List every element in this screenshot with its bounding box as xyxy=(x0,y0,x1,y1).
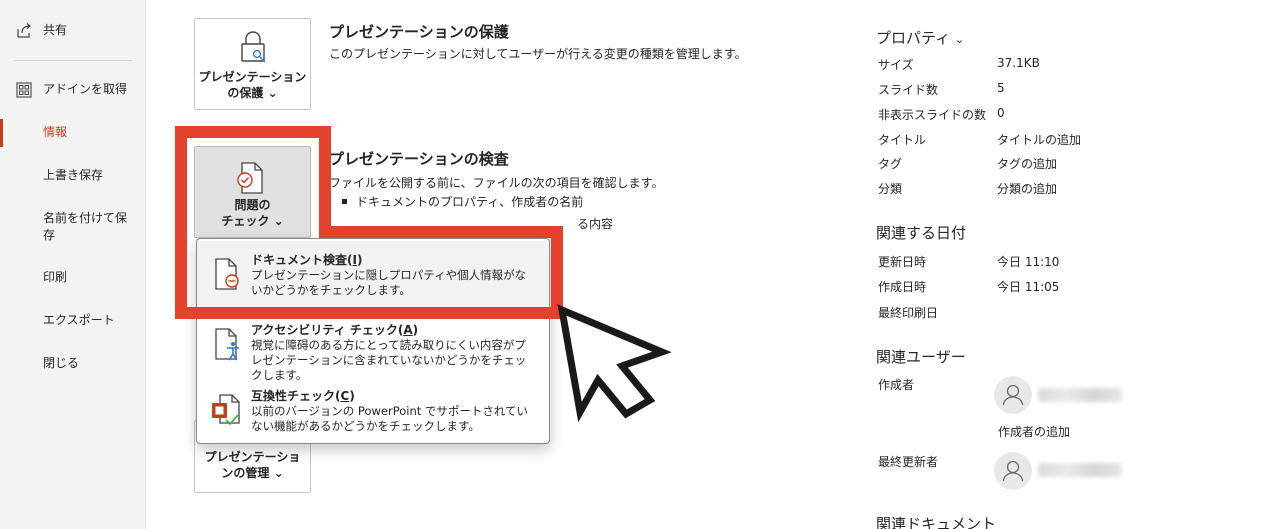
manage-button-line1: プレゼンテーショ xyxy=(204,450,301,464)
redacted-author-name xyxy=(1038,388,1122,402)
inspect-section-title: プレゼンテーションの検査 xyxy=(329,150,509,168)
protect-button-line1: プレゼンテーション xyxy=(198,70,307,84)
sidebar-item-label: アドインを取得 xyxy=(43,82,128,96)
avatar xyxy=(994,452,1032,490)
avatar xyxy=(994,376,1032,414)
date-value: 今日 11:05 xyxy=(997,280,1060,294)
sidebar-item-label: エクスポート xyxy=(43,313,115,327)
prop-key: サイズ xyxy=(878,58,914,72)
chevron-down-icon: ⌄ xyxy=(267,86,278,100)
protect-presentation-button[interactable]: プレゼンテーション の保護 ⌄ xyxy=(194,18,311,110)
sidebar-item-label: 情報 xyxy=(43,125,68,139)
check-button-line2: チェック xyxy=(221,214,270,228)
sidebar-item-label: 共有 xyxy=(43,23,68,37)
prop-value-tags[interactable]: タグの追加 xyxy=(997,155,1057,172)
prop-key: 分類 xyxy=(878,182,903,196)
prop-key: タイトル xyxy=(878,133,927,147)
inspect-bullet: ドキュメントのプロパティ、作成者の名前 xyxy=(341,195,584,209)
inspect-bullet-partial: る内容 xyxy=(577,217,614,231)
compatibility-icon xyxy=(212,394,240,426)
share-icon xyxy=(17,23,31,38)
date-key: 最終印刷日 xyxy=(878,306,939,320)
highlight-annotation xyxy=(175,126,672,423)
chevron-down-icon: ⌄ xyxy=(273,214,284,228)
sidebar-divider xyxy=(14,60,132,61)
related-users-heading: 関連ユーザー xyxy=(876,348,966,366)
person-icon xyxy=(1002,460,1024,482)
backstage-sidebar: 共有 アドインを取得 情報 上書き保存 名前を付けて保存 印刷 エクスポート 閉… xyxy=(0,0,146,529)
properties-heading[interactable]: プロパティ ⌄ xyxy=(876,27,964,48)
menu-item-title: 互換性チェック(C) xyxy=(251,389,355,403)
active-indicator xyxy=(0,119,3,147)
lock-key-icon xyxy=(241,31,266,63)
menu-item-description: 以前のバージョンの PowerPoint でサポートされていない機能があるかどう… xyxy=(251,404,529,433)
addins-icon xyxy=(16,82,32,98)
sidebar-item-label: 閉じる xyxy=(43,356,80,370)
check-for-issues-button[interactable]: 問題の チェック ⌄ xyxy=(194,146,311,238)
last-modified-by-label: 最終更新者 xyxy=(878,455,939,469)
check-button-line1: 問題の xyxy=(234,198,271,212)
protect-section-title: プレゼンテーションの保護 xyxy=(329,23,509,41)
author-label: 作成者 xyxy=(878,378,915,392)
menu-item-title: ドキュメント検査(I) xyxy=(251,253,363,267)
sidebar-item-label: 上書き保存 xyxy=(43,168,104,182)
date-key: 作成日時 xyxy=(878,280,927,294)
date-value: 今日 11:10 xyxy=(997,255,1060,269)
sidebar-item-save-as[interactable]: 名前を付けて保存 xyxy=(0,210,146,244)
check-for-issues-menu: ドキュメント検査(I) プレゼンテーションに隠しプロパティや個人情報がないかどう… xyxy=(196,238,550,444)
sidebar-item-label: 名前を付けて保存 xyxy=(43,211,128,242)
manage-button-line2: ンの管理 xyxy=(221,466,270,480)
pointer-arrow-icon xyxy=(557,304,672,423)
prop-value-category[interactable]: 分類の追加 xyxy=(997,180,1057,197)
sidebar-item-label: 印刷 xyxy=(43,270,68,284)
prop-value: 5 xyxy=(997,81,1005,95)
date-key: 更新日時 xyxy=(878,255,927,269)
prop-key: 非表示スライドの数 xyxy=(878,108,987,122)
menu-item-compatibility-check[interactable]: 互換性チェック(C) 以前のバージョンの PowerPoint でサポートされて… xyxy=(197,377,549,443)
document-check-icon xyxy=(237,162,263,194)
prop-key: タグ xyxy=(878,157,903,171)
protect-section-description: このプレゼンテーションに対してユーザーが行える変更の種類を管理します。 xyxy=(329,47,747,61)
redacted-modifier-name xyxy=(1038,463,1122,477)
protect-button-line2: の保護 xyxy=(227,86,264,100)
inspect-document-icon xyxy=(215,258,239,290)
person-icon xyxy=(1002,384,1024,406)
menu-item-description: プレゼンテーションに隠しプロパティや個人情報がないかどうかをチェックします。 xyxy=(251,268,527,297)
prop-value: 0 xyxy=(997,106,1005,120)
prop-value-title[interactable]: タイトルの追加 xyxy=(997,131,1081,148)
related-dates-heading: 関連する日付 xyxy=(876,224,967,242)
prop-key: スライド数 xyxy=(878,83,939,97)
prop-value: 37.1KB xyxy=(997,56,1040,70)
menu-item-inspect-document[interactable]: ドキュメント検査(I) プレゼンテーションに隠しプロパティや個人情報がないかどう… xyxy=(197,241,549,307)
accessibility-icon xyxy=(215,328,239,361)
inspect-section-description: ファイルを公開する前に、ファイルの次の項目を確認します。 xyxy=(329,176,664,190)
menu-item-title: アクセシビリティ チェック(A) xyxy=(251,323,419,337)
chevron-down-icon: ⌄ xyxy=(954,33,965,46)
chevron-down-icon: ⌄ xyxy=(273,466,284,480)
add-author-link[interactable]: 作成者の追加 xyxy=(998,423,1070,440)
related-documents-heading: 関連ドキュメント xyxy=(876,515,997,529)
menu-item-accessibility-check[interactable]: アクセシビリティ チェック(A) 視覚に障碍のある方にとって読み取りにくい内容が… xyxy=(197,311,549,382)
